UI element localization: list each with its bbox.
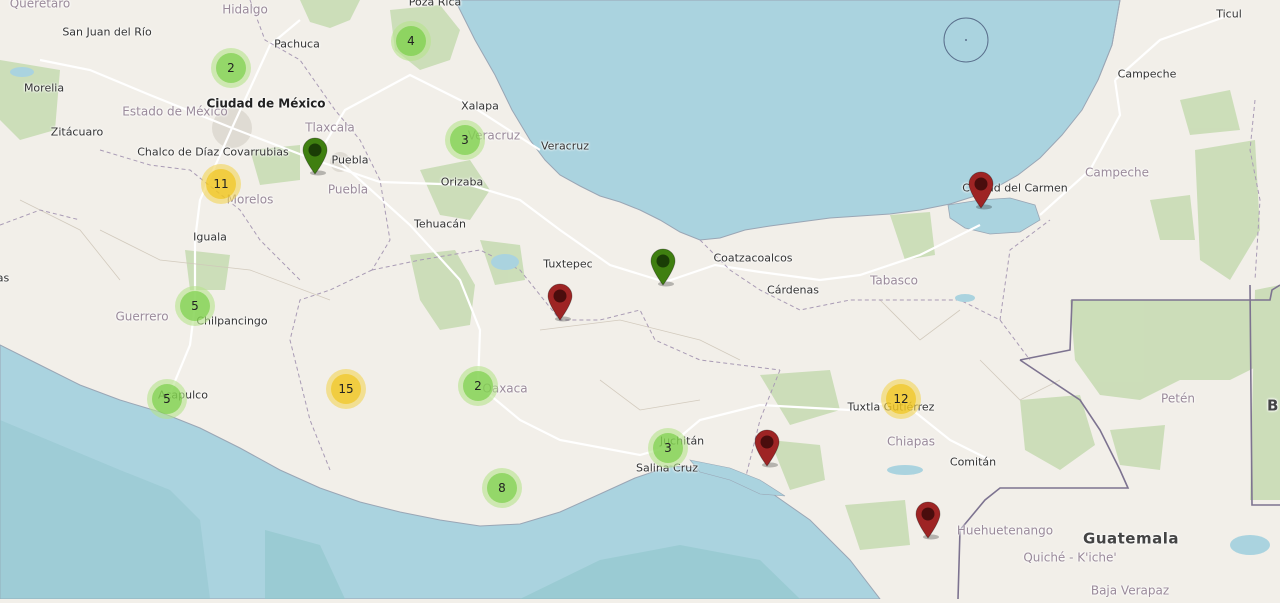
- map-pin-green-icon[interactable]: [649, 247, 677, 287]
- cluster-marker[interactable]: 2: [458, 366, 498, 406]
- cluster-marker[interactable]: 5: [147, 379, 187, 419]
- cluster-count: 12: [886, 384, 916, 414]
- cluster-marker[interactable]: 3: [445, 120, 485, 160]
- map-pin-red-icon[interactable]: [914, 500, 942, 540]
- cluster-count: 4: [396, 26, 426, 56]
- cluster-count: 3: [450, 125, 480, 155]
- map-canvas[interactable]: Querétaro Hidalgo Poza Rica San Juan del Rí…: [0, 0, 1280, 600]
- cluster-marker[interactable]: 15: [326, 369, 366, 409]
- cluster-count: 8: [487, 473, 517, 503]
- cluster-count: 5: [180, 291, 210, 321]
- cluster-count: 11: [206, 169, 236, 199]
- map-pin-red-icon[interactable]: [753, 428, 781, 468]
- cluster-count: 5: [152, 384, 182, 414]
- cluster-count: 3: [653, 433, 683, 463]
- cluster-marker[interactable]: 5: [175, 286, 215, 326]
- cluster-marker[interactable]: 3: [648, 428, 688, 468]
- cluster-marker[interactable]: 12: [881, 379, 921, 419]
- cluster-marker[interactable]: 2: [211, 48, 251, 88]
- cluster-marker[interactable]: 11: [201, 164, 241, 204]
- cluster-marker[interactable]: 8: [482, 468, 522, 508]
- cluster-count: 15: [331, 374, 361, 404]
- cluster-marker[interactable]: 4: [391, 21, 431, 61]
- map-pin-red-icon[interactable]: [967, 170, 995, 210]
- map-pin-green-icon[interactable]: [301, 136, 329, 176]
- cluster-count: 2: [216, 53, 246, 83]
- map-pin-red-icon[interactable]: [546, 282, 574, 322]
- cluster-count: 2: [463, 371, 493, 401]
